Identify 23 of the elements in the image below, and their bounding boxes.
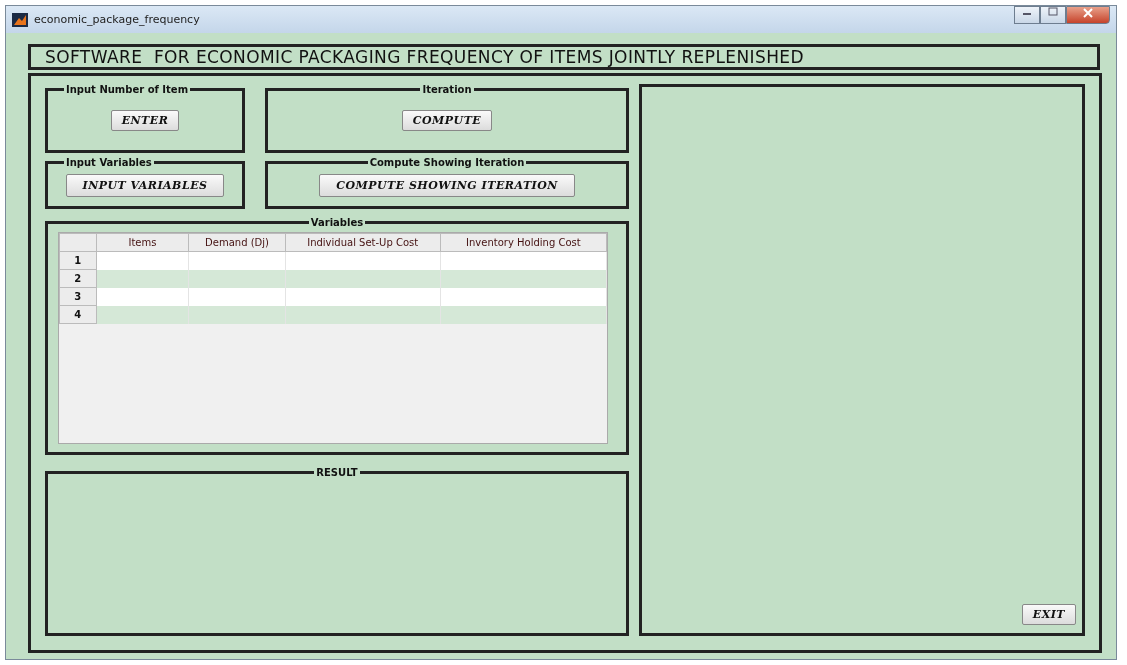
column-header: Inventory Holding Cost [440, 233, 607, 252]
action-button[interactable]: INPUT VARIABLES [65, 173, 225, 197]
group-title: Compute Showing Iteration [368, 157, 526, 168]
window-title: economic_package_frequency [34, 13, 201, 26]
close-icon [1082, 7, 1094, 19]
column-header: Demand (Dj) [188, 233, 286, 252]
group-title: Iteration [421, 84, 473, 95]
action-button[interactable]: COMPUTE SHOWING ITERATION [319, 173, 575, 197]
maximize-icon [1048, 7, 1058, 17]
column-header: Individual Set-Up Cost [285, 233, 441, 252]
action-button[interactable]: COMPUTE [401, 110, 493, 131]
app-heading: SOFTWARE FOR ECONOMIC PACKAGING FREQUENCY OF ITEMS JOINTLY REPLENISHED [28, 44, 1100, 70]
column-header: Items [96, 233, 189, 252]
app-icon [12, 12, 28, 27]
group-title: Variables [309, 217, 365, 228]
minimize-button[interactable] [1014, 6, 1040, 24]
close-button[interactable] [1066, 6, 1110, 24]
group-title: RESULT [315, 467, 359, 478]
action-button[interactable]: ENTER [110, 110, 180, 131]
maximize-button[interactable] [1040, 6, 1066, 24]
group-title: Input Number of Item [65, 84, 190, 95]
exit-button[interactable]: EXIT [1021, 604, 1076, 625]
group-title: Input Variables [65, 157, 153, 168]
